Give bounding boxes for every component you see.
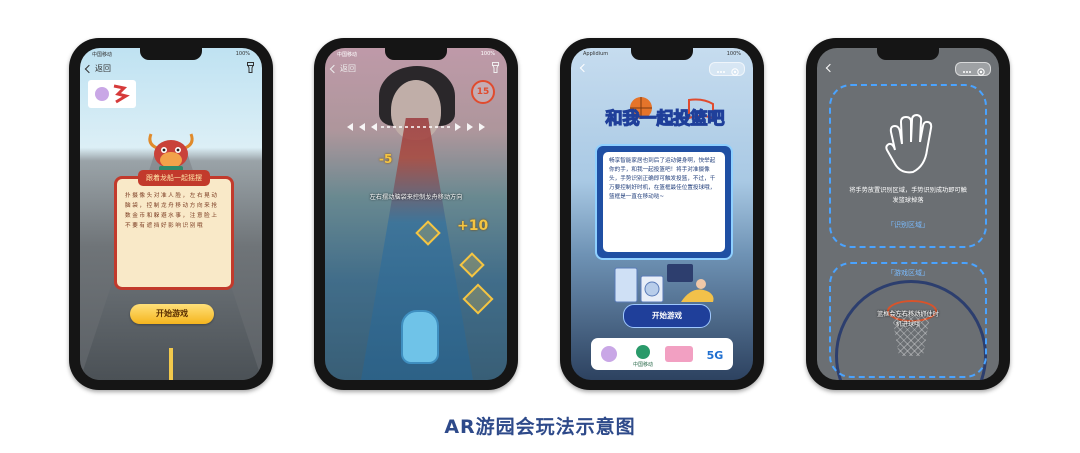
hoop-instruction: 篮框会左右移动抓住时机进球哦 [877,311,939,328]
basketball-title: 和我一起投篮吧 [606,108,725,129]
phone-notch [140,48,202,60]
screen-basketball-guide: 将手势放置识别区域，手势识别成功即可触发篮球掉落 「识别区域」 「游戏区域」 篮… [817,48,999,380]
battery-label: 100% [235,51,250,57]
page-caption: AR游园会玩法示意图 [444,416,636,438]
back-label: 返回 [340,64,356,73]
description-text: 畅享智能家居也到后了运动健身啊，快举起你的手，和我一起投篮吧！将手对准摄像头，手… [603,152,725,252]
description-card: 畅享智能家居也到后了运动健身啊，快举起你的手，和我一起投篮吧！将手对准摄像头，手… [595,144,733,260]
road-center-line [169,348,173,380]
hand-gesture-icon [885,114,933,174]
card-text: 扑摄像头对准人脸，左右晃动脑袋，控制龙舟移动方向来抢数金币和躲避水事，注意脸上不… [125,193,219,229]
phone-mockup-2: 中国移动 100% 返回 15 左右摆动脑袋来控制龙舟移动方向 -5 +10 [314,38,518,390]
event-logo [88,80,136,108]
start-game-button[interactable]: 开始游戏 [130,304,214,324]
dragon-head-illustration [148,133,194,172]
nav-bar: 返回 [325,60,507,76]
countdown-timer: 15 [471,80,495,104]
carrier-label: 中国移动 [92,52,113,58]
smart-home-illustration [614,264,714,303]
score-plus: +10 [457,218,489,234]
score-minus: -5 [379,152,393,166]
screen-dragon-boat-play: 中国移动 100% 返回 15 左右摆动脑袋来控制龙舟移动方向 -5 +10 [325,48,507,380]
phone-mockup-3: Applidium 100% 和我一起投篮吧 畅享智能家居也到后了运动健身啊，快… [560,38,764,390]
battery-label: 100% [480,51,495,57]
brand-label: 中国移动 [633,361,653,368]
5g-label: 5G [707,349,724,362]
back-label: 返回 [95,64,111,73]
flashlight-icon[interactable] [492,62,499,73]
direction-arrows-icon [347,123,485,131]
chevron-left-icon[interactable] [825,63,835,73]
nav-bar: 返回 [80,60,262,76]
instruction-card: 跟着龙船一起摇摆 扑摄像头对准人脸，左右晃动脑袋，控制龙舟移动方向来抢数金币和躲… [114,170,234,290]
carrier-label: 中国移动 [337,52,358,58]
phone-notch [631,48,693,60]
sponsor-footer: 中国移动 5G [591,338,733,370]
chevron-left-icon[interactable] [579,63,589,73]
card-title: 跟着龙船一起摇摆 [138,170,210,186]
chevron-left-icon [329,64,339,73]
flashlight-icon[interactable] [247,62,254,73]
mascot-character [401,310,439,364]
mini-program-capsule[interactable] [955,62,991,76]
battery-label: 100% [726,51,741,57]
screen-basketball-intro: Applidium 100% 和我一起投篮吧 畅享智能家居也到后了运动健身啊，快… [571,48,753,380]
control-hint: 左右摆动脑袋来控制龙舟移动方向 [369,194,463,201]
back-button[interactable]: 返回 [84,63,111,74]
screen-dragon-boat-intro: 中国移动 100% 返回 跟着龙船一起摇摆 扑摄像头对准人脸，左右晃动脑袋，控制… [80,48,262,380]
phone-mockup-4: 将手势放置识别区域，手势识别成功即可触发篮球掉落 「识别区域」 「游戏区域」 篮… [806,38,1010,390]
mini-program-capsule[interactable] [709,62,745,76]
carrier-label: Applidium [583,51,609,57]
gesture-instruction: 将手势放置识别区域，手势识别成功即可触发篮球掉落 [849,187,967,204]
chevron-left-icon [84,64,94,73]
basketball-title-banner: 和我一起投篮吧 [605,97,725,130]
back-button[interactable]: 返回 [329,63,356,74]
start-game-button[interactable]: 开始游戏 [623,304,711,328]
game-area-label: 「游戏区域」 [887,269,929,277]
phone-mockup-1: 中国移动 100% 返回 跟着龙船一起摇摆 扑摄像头对准人脸，左右晃动脑袋，控制… [69,38,273,390]
recognition-area-label: 「识别区域」 [887,221,929,229]
phone-notch [877,48,939,60]
phone-notch [385,48,447,60]
